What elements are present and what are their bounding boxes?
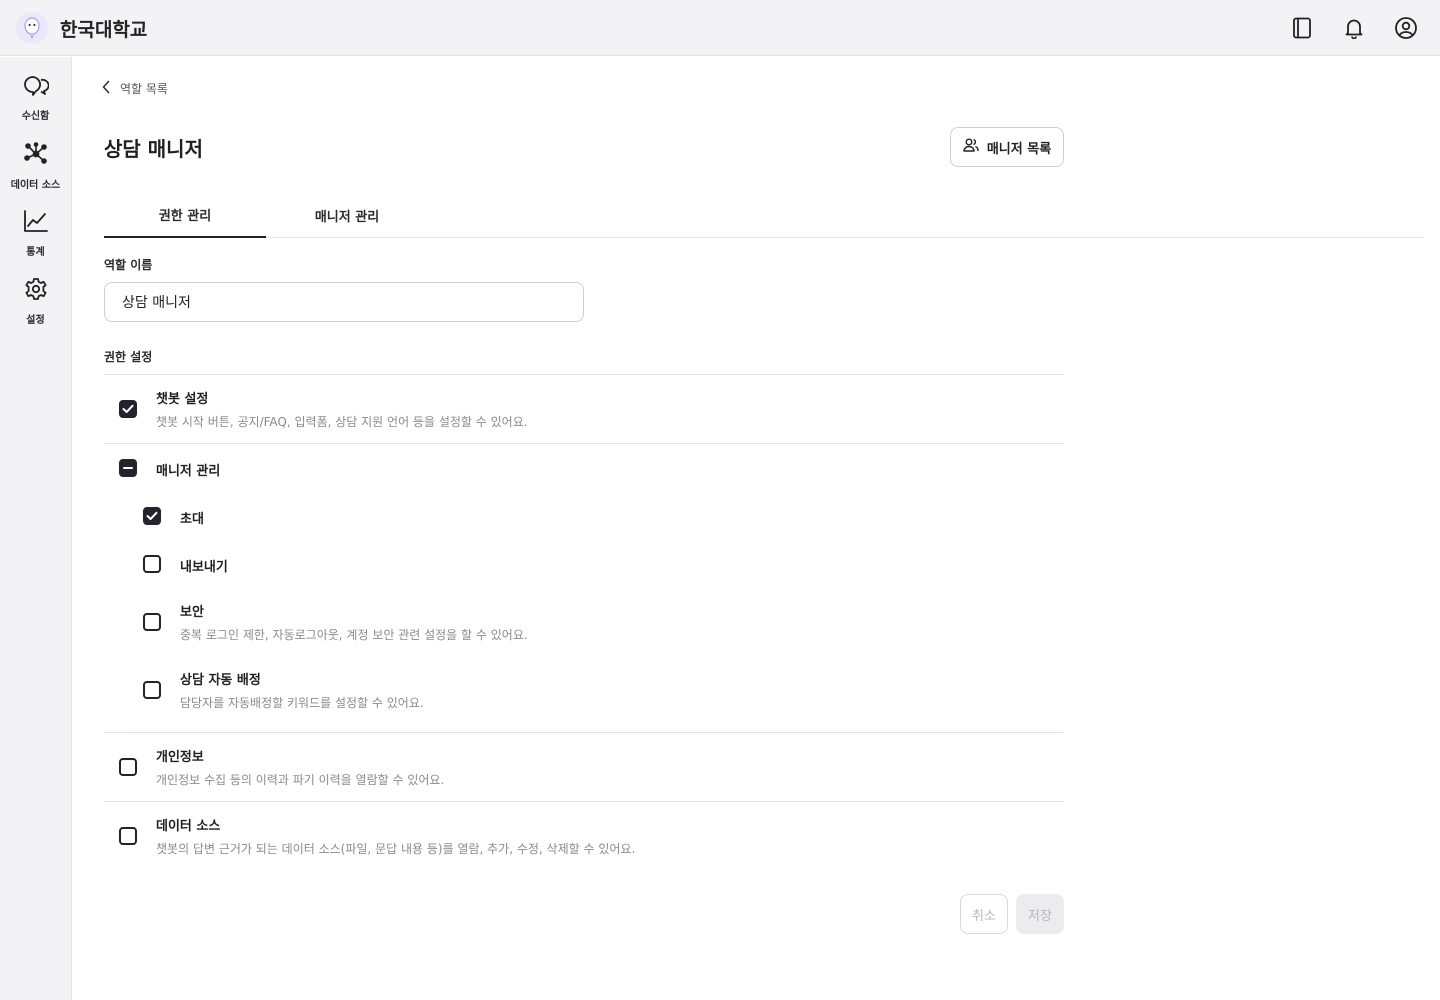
checkbox-invite[interactable]: [143, 507, 161, 525]
sidebar-item-inbox[interactable]: 수신함: [0, 75, 71, 122]
checkbox-export[interactable]: [143, 555, 161, 573]
brand-name: 한국대학교: [60, 18, 148, 41]
permission-title: 챗봇 설정: [156, 392, 209, 407]
user-circle-icon[interactable]: [1392, 14, 1420, 42]
chevron-left-icon: [102, 79, 110, 98]
line-chart-icon: [23, 209, 49, 237]
permission-auto-assign: 상담 자동 배정 담당자를 자동배정할 키워드를 설정할 수 있어요.: [143, 673, 424, 710]
role-name-input[interactable]: [104, 282, 584, 322]
permission-desc: 담당자를 자동배정할 키워드를 설정할 수 있어요.: [180, 696, 424, 710]
permission-desc: 개인정보 수집 등의 이력과 파기 이력을 열람할 수 있어요.: [156, 773, 445, 787]
breadcrumb-label: 역할 목록: [120, 82, 168, 96]
users-icon: [963, 138, 979, 156]
manager-list-label: 매니저 목록: [986, 141, 1052, 157]
divider: [104, 801, 1064, 802]
permission-desc: 중복 로그인 제한, 자동로그아웃, 계정 보안 관련 설정을 할 수 있어요.: [180, 628, 528, 642]
sidebar-item-statistics[interactable]: 통계: [0, 209, 71, 258]
permission-desc: 챗봇 시작 버튼, 공지/FAQ, 입력폼, 상담 지원 언어 등을 설정할 수…: [156, 415, 528, 429]
sidebar-item-label: 통계: [26, 247, 45, 258]
page-title: 상담 매니저: [104, 137, 203, 161]
main-content: 역할 목록 상담 매니저 매니저 목록 권한 관리 매니저 관리 역할 이름 권…: [72, 57, 1440, 1000]
permission-title: 내보내기: [180, 560, 228, 575]
bell-icon[interactable]: [1340, 14, 1368, 42]
permission-title: 매니저 관리: [156, 464, 221, 479]
checkbox-chatbot[interactable]: [119, 400, 137, 418]
checkbox-datasource[interactable]: [119, 827, 137, 845]
permission-invite: 초대: [143, 507, 204, 527]
tab-bar: 권한 관리 매니저 관리: [104, 193, 1424, 238]
permission-privacy: 개인정보 개인정보 수집 등의 이력과 파기 이력을 열람할 수 있어요.: [119, 750, 444, 787]
brand[interactable]: 한국대학교: [16, 12, 147, 44]
permission-title: 데이터 소스: [156, 819, 221, 834]
permission-security: 보안 중복 로그인 제한, 자동로그아웃, 계정 보안 관련 설정을 할 수 있…: [143, 605, 528, 642]
divider: [104, 443, 1064, 444]
sidebar-item-settings[interactable]: 설정: [0, 277, 71, 326]
permission-manager: 매니저 관리: [119, 459, 220, 479]
breadcrumb[interactable]: 역할 목록: [102, 79, 168, 98]
permission-datasource: 데이터 소스 챗봇의 답변 근거가 되는 데이터 소스(파일, 문답 내용 등)…: [119, 819, 635, 856]
divider: [104, 374, 1064, 375]
checkbox-security[interactable]: [143, 613, 161, 631]
checkbox-auto-assign[interactable]: [143, 681, 161, 699]
permissions-label: 권한 설정: [104, 350, 153, 364]
permission-title: 상담 자동 배정: [180, 673, 261, 688]
checkbox-manager-indeterminate[interactable]: [119, 459, 137, 477]
permission-title: 초대: [180, 512, 204, 527]
sidebar-item-data-source[interactable]: 데이터 소스: [0, 142, 71, 191]
permission-export: 내보내기: [143, 555, 228, 575]
tab-permissions[interactable]: 권한 관리: [104, 193, 266, 238]
top-bar: 한국대학교: [0, 0, 1440, 56]
manager-list-button[interactable]: 매니저 목록: [950, 127, 1064, 167]
book-icon[interactable]: [1288, 14, 1316, 42]
sidebar: 수신함 데이터 소스 통계 설정: [0, 57, 72, 1000]
checkbox-privacy[interactable]: [119, 758, 137, 776]
permission-desc: 챗봇의 답변 근거가 되는 데이터 소스(파일, 문답 내용 등)를 열람, 추…: [156, 842, 636, 856]
divider: [104, 732, 1064, 733]
sidebar-item-label: 데이터 소스: [10, 180, 61, 191]
sidebar-item-label: 설정: [26, 315, 45, 326]
cancel-button[interactable]: 취소: [960, 894, 1008, 934]
sidebar-item-label: 수신함: [21, 111, 50, 122]
save-button[interactable]: 저장: [1016, 894, 1064, 934]
permission-title: 보안: [180, 605, 204, 620]
inbox-chat-icon: [23, 75, 50, 101]
tab-managers[interactable]: 매니저 관리: [266, 193, 428, 238]
role-name-label: 역할 이름: [104, 258, 153, 272]
gear-icon: [24, 277, 48, 305]
permission-chatbot: 챗봇 설정 챗봇 시작 버튼, 공지/FAQ, 입력폼, 상담 지원 언어 등을…: [119, 392, 528, 429]
network-nodes-icon: [23, 142, 48, 170]
brand-logo-icon: [16, 12, 48, 44]
permission-title: 개인정보: [156, 750, 204, 765]
